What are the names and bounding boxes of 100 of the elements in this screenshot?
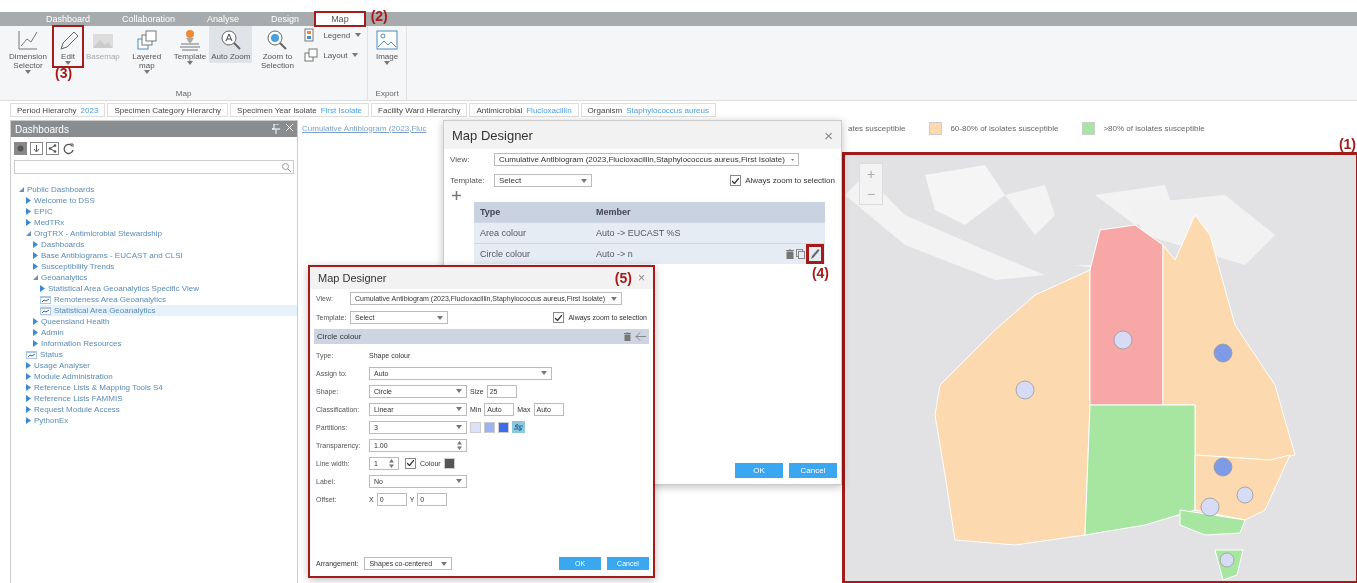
tree-item[interactable]: Admin [33, 327, 297, 338]
dashboard-icon [40, 295, 51, 304]
ribbon-button[interactable]: Layered map [122, 26, 171, 76]
edit-button[interactable] [807, 245, 823, 263]
tree-item[interactable]: Base Antibiograms - EUCAST and CLSI [33, 250, 297, 261]
reverse-arrows-icon [514, 423, 523, 431]
filter-label: Period Hierarchy [17, 105, 77, 115]
ribbon-button[interactable]: Auto Zoom [209, 26, 253, 63]
tree-item[interactable]: MedTRx [26, 217, 297, 228]
expanded-triangle-icon [26, 231, 31, 236]
dialog-title: Map Designer [318, 272, 388, 284]
checkbox-box[interactable] [730, 175, 742, 186]
filter-label: Antimicrobial [476, 105, 523, 115]
tree-item[interactable]: EPIC [26, 206, 297, 217]
filter-chip[interactable]: Specimen Category Hierarchy [107, 103, 229, 117]
search-field[interactable] [14, 160, 294, 174]
expanded-triangle-icon [19, 187, 24, 192]
copy-icon [796, 249, 805, 259]
trash-icon [786, 249, 794, 259]
tree-item[interactable]: Usage Analyser [26, 360, 297, 371]
colour-swatch[interactable] [443, 457, 455, 469]
colour-swatch[interactable] [484, 421, 495, 433]
filter-label: Specimen Category Hierarchy [114, 105, 222, 115]
filter-chip[interactable]: Period Hierarchy 2023 [10, 103, 106, 117]
colour-swatch[interactable] [470, 421, 481, 433]
zoom-button[interactable]: + [860, 164, 882, 184]
ribbon-button[interactable]: Zoom to Selection [253, 26, 302, 72]
ribbon-button[interactable]: Layout [302, 48, 364, 62]
caret-icon [143, 70, 150, 74]
tree-item[interactable]: Susceptibility Trends [33, 261, 297, 272]
ribbon-button[interactable]: Legend [302, 28, 364, 42]
panel-title: Dashboards [15, 123, 69, 135]
tree-item[interactable]: Reference Lists FAMMIS [26, 393, 297, 404]
dashboard-icon [26, 350, 37, 359]
group-label: Export [375, 89, 399, 100]
tree-item[interactable]: Reference Lists & Mapping Tools S4 [26, 382, 297, 393]
caret-icon [441, 561, 448, 566]
tree-item[interactable]: Geoanalytics [33, 272, 297, 283]
tree-item[interactable]: Dashboards [33, 239, 297, 250]
tree-item[interactable]: Status [26, 349, 297, 360]
tree-item[interactable]: Remoteness Area Geoanalytics [40, 294, 297, 305]
add-icon [452, 191, 461, 200]
filter-chip[interactable]: Specimen Year Isolate First Isolate [230, 103, 370, 117]
tree-item[interactable]: OrgTRX - Antimicrobial Stewardship [26, 228, 297, 239]
view-select[interactable]: Cumulative Antibiogram (2023,Flucloxacillin,Staphylococcus aureus,First Isolate) [494, 153, 799, 166]
zoom-button[interactable]: − [860, 184, 882, 204]
checkmark-icon [732, 177, 740, 184]
ribbon-button[interactable]: Image [372, 26, 403, 67]
tree-item[interactable]: Public Dashboards [19, 184, 297, 195]
caret-icon [611, 296, 617, 301]
tree-item[interactable]: Request Module Access [26, 404, 297, 415]
ribbon-button[interactable]: Template [171, 26, 209, 67]
ribbon-tab[interactable]: Dashboard [30, 12, 107, 26]
filter-chip[interactable]: Antimicrobial Flucloxacillin [469, 103, 579, 117]
legend-label: >80% of isolates susceptible [1103, 123, 1205, 133]
tree-item[interactable]: Welcome to DSS [26, 195, 297, 206]
filter-label: Specimen Year Isolate [237, 105, 317, 115]
refresh-icon[interactable] [62, 142, 75, 155]
filter-chip[interactable]: Organism Staphylococcus aureus [580, 103, 716, 117]
checkbox-box[interactable] [553, 312, 565, 323]
zoom-letter-icon [218, 28, 243, 52]
ribbon-button[interactable]: Dimension Selector [4, 26, 52, 76]
pin-icon [272, 124, 280, 134]
share-icon[interactable] [46, 142, 59, 155]
dialog-button[interactable]: OK [735, 463, 783, 478]
colour-swatch[interactable] [498, 421, 509, 433]
tree-item[interactable]: Queensland Health [33, 316, 297, 327]
tree-item[interactable]: Information Resources [33, 338, 297, 349]
filter-chip[interactable]: Facility Ward Hierarchy [371, 103, 468, 117]
filter-value: Flucloxacillin [526, 105, 572, 115]
dialog-button[interactable]: Cancel [789, 463, 837, 478]
back-arrow-icon [635, 332, 646, 341]
checkbox-box[interactable] [405, 457, 416, 469]
caret-icon [25, 70, 31, 74]
tree-item[interactable]: Module Administration [26, 371, 297, 382]
close-button[interactable]: × [638, 271, 645, 285]
column-header: Member [595, 207, 632, 217]
download-icon[interactable] [30, 142, 43, 155]
tree-item[interactable]: Statistical Area Geoanalytics [40, 305, 297, 316]
ribbon-tab[interactable]: Design [255, 12, 316, 26]
ribbon-tab[interactable]: Analyse [191, 12, 256, 26]
pencil-icon [810, 248, 820, 260]
tree-item[interactable]: Statistical Area Geoanalytics Specific View [40, 283, 297, 294]
search-icon [282, 162, 291, 172]
column-header: Type [479, 207, 502, 217]
dialog-title: Map Designer [452, 127, 534, 143]
caret-icon [352, 53, 359, 57]
table-cell-text: Auto -> n [595, 249, 634, 259]
ribbon-tab[interactable]: Collaboration [106, 12, 192, 26]
template-select[interactable]: Select [494, 174, 592, 187]
table-row[interactable]: Area colour Auto -> EUCAST %S [474, 222, 825, 243]
legend-label: ates susceptible [848, 123, 906, 133]
reverse-button[interactable] [512, 421, 525, 433]
tree-item[interactable]: PythonEx [26, 415, 297, 426]
filter-value: Staphylococcus aureus [626, 105, 709, 115]
dashboard-icon [40, 306, 51, 315]
close-button[interactable]: × [824, 126, 833, 144]
legend-label: 60-80% of isolates susceptible [950, 123, 1059, 133]
caret-icon [541, 371, 547, 375]
filter-value: First Isolate [320, 105, 363, 115]
